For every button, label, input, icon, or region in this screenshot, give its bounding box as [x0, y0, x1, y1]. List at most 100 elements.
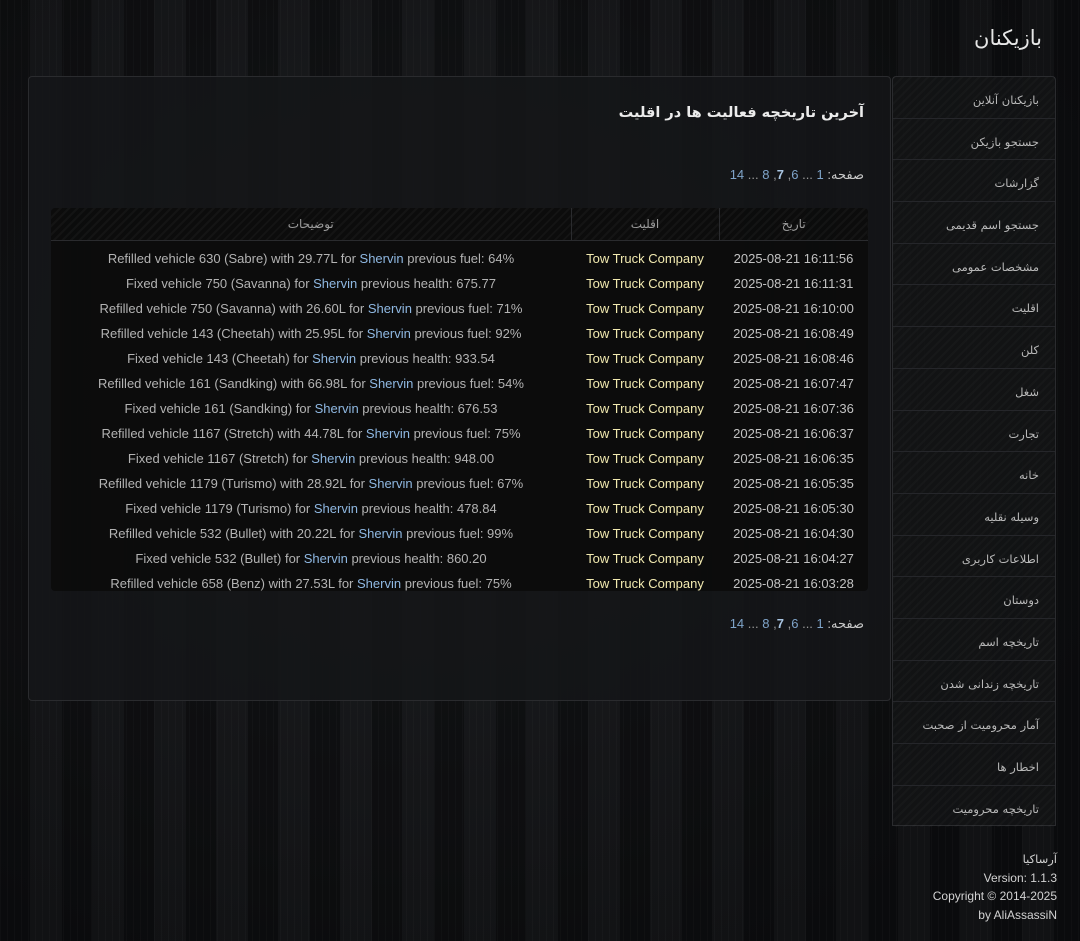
main-panel: آخرین تاریخچه فعالیت ها در اقلیت صفحه: 1… [28, 76, 891, 701]
sidebar-item[interactable]: دوستان [893, 577, 1055, 619]
cell-faction: Tow Truck Company [586, 551, 704, 566]
page-link[interactable]: 6 [791, 167, 798, 182]
sidebar-item[interactable]: خانه [893, 452, 1055, 494]
sidebar-item[interactable]: شغل [893, 368, 1055, 411]
player-link[interactable]: Shervin [311, 451, 355, 466]
activity-table: تاریخ اقلیت توضیحات 2025-08-21 16:11:56 T… [51, 208, 868, 591]
sidebar-item[interactable]: کلن [893, 327, 1055, 369]
description-text: Refilled vehicle 750 (Savanna) with 26.6… [99, 301, 368, 316]
cell-description: Refilled vehicle 532 (Bullet) with 20.22… [51, 521, 571, 546]
cell-date: 2025-08-21 16:05:35 [733, 476, 854, 491]
player-link[interactable]: Shervin [360, 251, 404, 266]
player-link[interactable]: Shervin [366, 426, 410, 441]
player-link[interactable]: Shervin [369, 476, 413, 491]
page-current: 7 [776, 616, 784, 631]
sidebar-item[interactable]: اخطار ها [893, 744, 1055, 786]
page-link[interactable]: 8 [762, 616, 769, 631]
description-text: Refilled vehicle 630 (Sabre) with 29.77L… [107, 251, 360, 266]
pagination-ellipsis: ... [747, 616, 759, 631]
pagination-bottom: صفحه: 1 ... 6, 7, 8 ... 14 [729, 616, 864, 631]
footer-site-name: آرساکیا [1022, 852, 1057, 866]
page-current: 7 [776, 167, 784, 182]
footer-author: by AliAssassiN [978, 907, 1057, 922]
page-link[interactable]: 6 [791, 616, 798, 631]
player-link[interactable]: Shervin [358, 526, 402, 541]
cell-date: 2025-08-21 16:08:49 [733, 326, 854, 341]
column-header-faction[interactable]: اقلیت [570, 208, 719, 241]
cell-description: Fixed vehicle 1179 (Turismo) for Shervin… [51, 496, 571, 521]
page-link-last[interactable]: 14 [730, 616, 744, 631]
pagination-ellipsis: ... [802, 616, 813, 631]
description-text: previous fuel: 64% [403, 251, 515, 266]
cell-date: 2025-08-21 16:06:35 [733, 451, 854, 466]
sidebar-item[interactable]: وسیله نقلیه [893, 493, 1055, 536]
sidebar-item[interactable]: مشخصات عمومی [893, 243, 1055, 286]
cell-date: 2025-08-21 16:05:30 [733, 501, 854, 516]
description-text: Refilled vehicle 1167 (Stretch) with 44.… [101, 426, 366, 441]
cell-faction: Tow Truck Company [586, 351, 704, 366]
table-row: 2025-08-21 16:05:30 Tow Truck Company Fixe… [51, 496, 868, 521]
page-link[interactable]: 8 [762, 167, 769, 182]
cell-description: Refilled vehicle 1179 (Turismo) with 28.… [51, 471, 571, 496]
table-header-row: تاریخ اقلیت توضیحات [51, 208, 868, 241]
table-body: 2025-08-21 16:11:56 Tow Truck Company Refi… [51, 241, 868, 591]
footer: آرساکیا Version: 1.1.3 Copyright © 2014-… [933, 850, 1057, 924]
player-link[interactable]: Shervin [314, 501, 358, 516]
cell-faction: Tow Truck Company [586, 301, 704, 316]
table-row: 2025-08-21 16:11:31 Tow Truck Company Fixe… [51, 271, 868, 296]
page-link-last[interactable]: 14 [730, 167, 744, 182]
column-header-date[interactable]: تاریخ [718, 208, 868, 241]
cell-description: Fixed vehicle 161 (Sandking) for Shervin… [51, 396, 571, 421]
table-row: 2025-08-21 16:07:47 Tow Truck Company Refi… [51, 371, 868, 396]
cell-description: Refilled vehicle 658 (Benz) with 27.53L … [51, 571, 571, 591]
cell-faction: Tow Truck Company [586, 326, 704, 341]
sidebar-item[interactable]: بازیکنان آنلاین [893, 77, 1055, 119]
cell-faction: Tow Truck Company [586, 476, 704, 491]
sidebar-item[interactable]: تاریخچه اسم [893, 618, 1055, 661]
sidebar-item[interactable]: تجارت [893, 410, 1055, 453]
player-link[interactable]: Shervin [369, 376, 413, 391]
cell-date: 2025-08-21 16:11:56 [733, 251, 854, 266]
cell-description: Refilled vehicle 750 (Savanna) with 26.6… [51, 296, 571, 321]
player-link[interactable]: Shervin [357, 576, 401, 591]
table-row: 2025-08-21 16:08:49 Tow Truck Company Refi… [51, 321, 868, 346]
player-link[interactable]: Shervin [367, 326, 411, 341]
description-text: Fixed vehicle 750 (Savanna) for [125, 276, 314, 291]
pagination-label: صفحه: [827, 616, 864, 631]
sidebar-item[interactable]: اطلاعات کاربری [893, 535, 1055, 578]
sidebar-item[interactable]: تاریخچه محرومیت [893, 785, 1055, 828]
cell-faction: Tow Truck Company [586, 526, 704, 541]
page-link-first[interactable]: 1 [817, 616, 824, 631]
player-link[interactable]: Shervin [315, 401, 359, 416]
player-link[interactable]: Shervin [304, 551, 348, 566]
description-text: Fixed vehicle 143 (Cheetah) for [127, 351, 313, 366]
sidebar-item[interactable]: اقلیت [893, 285, 1055, 328]
table-row: 2025-08-21 16:04:30 Tow Truck Company Refi… [51, 521, 868, 546]
description-text: previous fuel: 92% [410, 326, 522, 341]
sidebar-item[interactable]: جستجو بازیکن [893, 118, 1055, 161]
description-text: Refilled vehicle 161 (Sandking) with 66.… [98, 376, 370, 391]
column-header-description[interactable]: توضیحات [51, 208, 571, 241]
sidebar-item[interactable]: آمار محرومیت از صحبت [893, 702, 1055, 744]
table-row: 2025-08-21 16:06:35 Tow Truck Company Fixe… [51, 446, 868, 471]
cell-date: 2025-08-21 16:11:31 [733, 276, 854, 291]
description-text: previous fuel: 75% [409, 426, 521, 441]
cell-faction: Tow Truck Company [586, 376, 704, 391]
panel-heading: آخرین تاریخچه فعالیت ها در اقلیت [618, 105, 864, 121]
description-text: previous fuel: 54% [413, 376, 524, 391]
player-link[interactable]: Shervin [368, 301, 412, 316]
cell-date: 2025-08-21 16:08:46 [733, 351, 854, 366]
sidebar-item[interactable]: جستجو اسم قدیمی [893, 202, 1055, 244]
footer-version: Version: 1.1.3 [983, 870, 1057, 885]
page-link-first[interactable]: 1 [817, 167, 824, 182]
cell-description: Fixed vehicle 143 (Cheetah) for Shervin … [51, 346, 571, 371]
description-text: Refilled vehicle 1179 (Turismo) with 28.… [98, 476, 369, 491]
description-text: Fixed vehicle 161 (Sandking) for [124, 401, 315, 416]
sidebar-item[interactable]: گزارشات [893, 160, 1055, 203]
table-row: 2025-08-21 16:11:56 Tow Truck Company Refi… [51, 241, 868, 272]
pagination-ellipsis: ... [802, 167, 813, 182]
cell-faction: Tow Truck Company [586, 451, 704, 466]
sidebar-item[interactable]: تاریخچه زندانی شدن [893, 660, 1055, 703]
player-link[interactable]: Shervin [312, 351, 356, 366]
player-link[interactable]: Shervin [313, 276, 357, 291]
